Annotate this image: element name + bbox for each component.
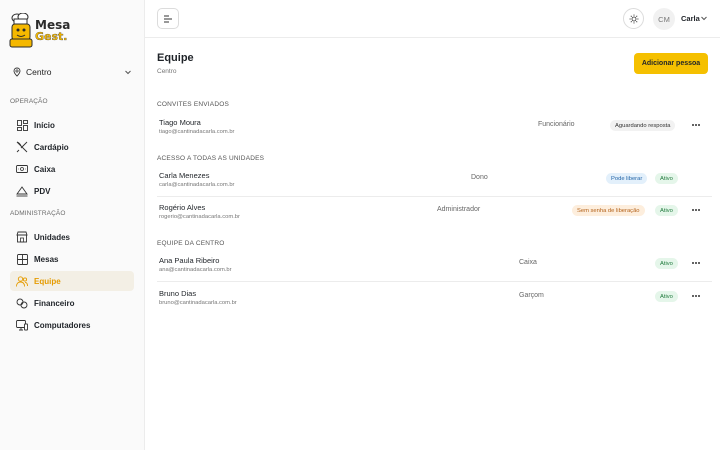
sidebar-item-label: Caixa xyxy=(34,164,56,174)
sidebar-item-inicio[interactable]: Início xyxy=(10,115,134,135)
sidebar-item-label: Mesas xyxy=(34,254,59,264)
table-row[interactable]: Ana Paula Ribeiro ana@cantinadacarla.com… xyxy=(157,252,712,282)
sidebar-item-mesas[interactable]: Mesas xyxy=(10,249,134,269)
sidebar-item-pdv[interactable]: PDV xyxy=(10,181,134,201)
table-row[interactable]: Rogério Alves rogerio@cantinadacarla.com… xyxy=(157,199,712,229)
member-name: Bruno Dias xyxy=(159,289,197,298)
more-options-button[interactable] xyxy=(690,258,702,268)
sidebar-item-caixa[interactable]: Caixa xyxy=(10,159,134,179)
member-role: Administrador xyxy=(437,206,481,213)
sidebar-item-unidades[interactable]: Unidades xyxy=(10,227,134,247)
sidebar-item-label: Cardápio xyxy=(34,142,69,152)
sidebar-toggle-button[interactable] xyxy=(157,8,179,29)
cash-icon xyxy=(16,163,28,175)
sidebar-item-label: Início xyxy=(34,120,55,130)
status-badge: Pode liberar xyxy=(606,173,648,184)
table-row[interactable]: Tiago Moura tiago@cantinadacarla.com.br … xyxy=(157,114,712,144)
member-email: bruno@cantinadacarla.com.br xyxy=(159,300,237,306)
add-person-button[interactable]: Adicionar pessoa xyxy=(634,53,708,74)
brand-line-2: Gest. xyxy=(35,30,68,43)
member-role: Funcionário xyxy=(538,121,575,128)
more-options-button[interactable] xyxy=(690,120,702,130)
brand-logo[interactable]: Mesa Gest. xyxy=(9,12,70,49)
table-row[interactable]: Bruno Dias bruno@cantinadacarla.com.br G… xyxy=(157,285,712,315)
more-options-button[interactable] xyxy=(690,291,702,301)
section-title-operacao: OPERAÇÃO xyxy=(10,98,48,105)
menu-icon xyxy=(164,15,172,22)
section-title-administracao: ADMINISTRAÇÃO xyxy=(10,210,66,217)
coins-icon xyxy=(16,297,28,309)
user-name[interactable]: Carla xyxy=(681,14,700,23)
monitor-icon xyxy=(16,319,28,331)
member-name: Tiago Moura xyxy=(159,118,201,127)
chevron-down-icon xyxy=(125,70,131,75)
status-badge: Ativo xyxy=(655,205,678,216)
sidebar-item-computadores[interactable]: Computadores xyxy=(10,315,134,335)
table-row[interactable]: Carla Menezes carla@cantinadacarla.com.b… xyxy=(157,167,712,197)
map-pin-icon xyxy=(13,67,21,77)
status-badge: Sem senha de liberação xyxy=(572,205,645,216)
pos-icon xyxy=(16,185,28,197)
theme-toggle-button[interactable] xyxy=(623,8,644,29)
sidebar-item-label: Unidades xyxy=(34,232,71,242)
member-name: Carla Menezes xyxy=(159,171,210,180)
sidebar-item-label: Financeiro xyxy=(34,298,75,308)
dashboard-icon xyxy=(16,119,28,131)
users-icon xyxy=(16,275,28,287)
status-badge: Ativo xyxy=(655,173,678,184)
status-badge: Ativo xyxy=(655,291,678,302)
chevron-down-icon[interactable] xyxy=(700,14,708,22)
unit-selector[interactable]: Centro xyxy=(12,64,132,80)
sidebar-item-label: Computadores xyxy=(34,320,91,330)
top-bar: CM Carla xyxy=(145,0,720,38)
member-email: rogerio@cantinadacarla.com.br xyxy=(159,214,240,220)
member-role: Garçom xyxy=(519,292,544,299)
group-title-all-units: ACESSO A TODAS AS UNIDADES xyxy=(157,155,265,162)
chef-mascot-icon xyxy=(9,12,33,49)
member-role: Dono xyxy=(471,174,488,181)
member-name: Ana Paula Ribeiro xyxy=(159,256,220,265)
group-title-team-center: EQUIPE DA CENTRO xyxy=(157,240,225,247)
member-role: Caixa xyxy=(519,259,537,266)
status-badge: Aguardando resposta xyxy=(610,120,676,131)
unit-selector-value: Centro xyxy=(26,67,52,77)
member-email: tiago@cantinadacarla.com.br xyxy=(159,129,235,135)
sidebar-item-equipe[interactable]: Equipe xyxy=(10,271,134,291)
member-email: ana@cantinadacarla.com.br xyxy=(159,267,232,273)
store-icon xyxy=(16,231,28,243)
sidebar-item-label: PDV xyxy=(34,186,51,196)
status-badge: Ativo xyxy=(655,258,678,269)
sidebar: Mesa Gest. Centro OPERAÇÃO Início Cardáp… xyxy=(0,0,145,450)
more-options-button[interactable] xyxy=(690,205,702,215)
page-title: Equipe xyxy=(157,52,194,64)
group-title-invites: CONVITES ENVIADOS xyxy=(157,101,230,108)
sidebar-item-cardapio[interactable]: Cardápio xyxy=(10,137,134,157)
utensils-icon xyxy=(16,141,28,153)
main-content: CM Carla Equipe Centro Adicionar pessoa … xyxy=(145,0,720,450)
member-email: carla@cantinadacarla.com.br xyxy=(159,182,235,188)
avatar[interactable]: CM xyxy=(653,8,675,30)
sidebar-item-financeiro[interactable]: Financeiro xyxy=(10,293,134,313)
page-subtitle: Centro xyxy=(157,68,177,75)
sidebar-item-label: Equipe xyxy=(34,276,61,286)
sun-icon xyxy=(629,14,638,23)
grid-icon xyxy=(16,253,28,265)
member-name: Rogério Alves xyxy=(159,203,206,212)
